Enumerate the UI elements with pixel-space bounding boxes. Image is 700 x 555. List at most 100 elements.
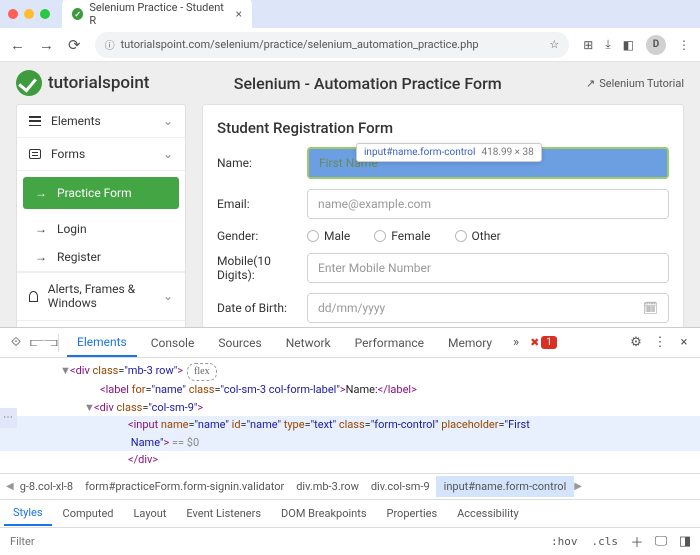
browser-toolbar: ← → ⟳ ⓘ tutorialspoint.com/selenium/prac…: [0, 28, 700, 62]
bell-icon: [29, 291, 38, 302]
sidebar-item-login[interactable]: → Login: [17, 215, 185, 243]
sidebar-item-practice-form[interactable]: → Practice Form: [23, 177, 179, 209]
external-link-icon: ↗: [586, 77, 595, 90]
styles-filter-input[interactable]: [6, 531, 541, 552]
email-input[interactable]: name@example.com: [307, 189, 669, 219]
selenium-tutorial-link[interactable]: ↗ Selenium Tutorial: [586, 77, 684, 90]
new-style-rule-icon[interactable]: ＋: [628, 532, 646, 551]
reload-button[interactable]: ⟳: [68, 36, 81, 54]
profile-avatar[interactable]: D: [646, 35, 666, 55]
close-window-icon[interactable]: [8, 9, 18, 19]
tab-network[interactable]: Network: [276, 330, 341, 356]
panel-icon[interactable]: ◧: [623, 38, 634, 52]
device-toolbar-icon[interactable]: ⫍⫎: [30, 335, 50, 350]
page-viewport: tutorialspoint Selenium - Automation Pra…: [0, 62, 700, 327]
chevron-down-icon: ⌄: [163, 289, 173, 303]
gutter-actions-icon[interactable]: ⋯: [0, 408, 17, 428]
close-tab-icon[interactable]: ×: [236, 7, 242, 21]
tab-dom-breakpoints[interactable]: DOM Breakpoints: [272, 502, 375, 525]
breadcrumb-item[interactable]: g-8.col-xl-8: [14, 480, 79, 493]
error-badge[interactable]: ✖1: [530, 336, 557, 349]
tab-event-listeners[interactable]: Event Listeners: [177, 502, 270, 525]
breadcrumb-item[interactable]: div.col-sm-9: [365, 480, 436, 493]
devtools-menu-icon[interactable]: ⋮: [650, 335, 670, 350]
tab-performance[interactable]: Performance: [345, 330, 434, 356]
settings-icon[interactable]: ⚙: [626, 335, 646, 350]
gender-male-radio[interactable]: Male: [307, 229, 350, 243]
bookmark-icon[interactable]: ☆: [549, 38, 559, 51]
mobile-input[interactable]: Enter Mobile Number: [307, 253, 669, 283]
inspect-element-icon[interactable]: ⟐: [6, 335, 26, 350]
tab-elements[interactable]: Elements: [67, 329, 137, 357]
styles-filter-bar: :hov .cls ＋ 🖵 ◨: [0, 527, 700, 555]
registration-form-card: Student Registration Form Name: First Na…: [202, 104, 684, 327]
sidebar-item-register[interactable]: → Register: [17, 243, 185, 272]
page-title: Selenium - Automation Practice Form: [234, 74, 502, 93]
browser-tab-strip: ✓ Selenium Practice - Student R ×: [0, 0, 700, 28]
extensions-icon[interactable]: ⊞: [583, 38, 593, 52]
devtools-tabs: ⟐ ⫍⫎ Elements Console Sources Network Pe…: [0, 328, 700, 358]
dob-input[interactable]: dd/mm/yyyy🗓: [307, 293, 669, 323]
maximize-window-icon[interactable]: [40, 9, 50, 19]
close-devtools-icon[interactable]: ×: [674, 335, 694, 350]
sidebar-item-forms[interactable]: Forms ⌄: [17, 138, 185, 171]
sidebar-item-elements[interactable]: Elements ⌄: [17, 105, 185, 138]
hov-toggle[interactable]: :hov: [547, 533, 582, 550]
form-icon: [29, 149, 41, 159]
gender-other-radio[interactable]: Other: [455, 229, 501, 243]
menu-icon: [29, 116, 41, 126]
arrow-right-icon: →: [35, 222, 47, 236]
site-logo[interactable]: tutorialspoint: [16, 70, 149, 96]
chevron-down-icon: ⌄: [163, 147, 173, 161]
sidebar: Elements ⌄ Forms ⌄ → Practice Form → Log…: [16, 104, 186, 327]
tab-layout[interactable]: Layout: [125, 502, 176, 525]
calendar-icon[interactable]: 🗓: [643, 301, 658, 315]
name-label: Name:: [217, 156, 307, 170]
arrow-right-icon: →: [35, 250, 47, 264]
breadcrumb-next-icon[interactable]: ▶: [574, 481, 582, 492]
arrow-right-icon: →: [35, 186, 47, 200]
styles-panel-tabs: Styles Computed Layout Event Listeners D…: [0, 499, 700, 527]
form-heading: Student Registration Form: [217, 119, 669, 137]
tab-sources[interactable]: Sources: [208, 330, 271, 356]
tab-title: Selenium Practice - Student R: [89, 1, 225, 27]
tab-console[interactable]: Console: [141, 330, 205, 356]
tab-computed[interactable]: Computed: [54, 502, 123, 525]
gender-label: Gender:: [217, 229, 307, 243]
site-info-icon[interactable]: ⓘ: [105, 37, 115, 52]
url-text: tutorialspoint.com/selenium/practice/sel…: [121, 38, 479, 51]
sidebar-item-alerts[interactable]: Alerts, Frames & Windows ⌄: [17, 272, 185, 321]
tab-memory[interactable]: Memory: [438, 330, 502, 356]
back-button[interactable]: ←: [10, 36, 25, 54]
gender-female-radio[interactable]: Female: [374, 229, 430, 243]
mobile-label: Mobile(10 Digits):: [217, 254, 307, 283]
breadcrumb-item-active[interactable]: input#name.form-control: [436, 476, 575, 497]
dom-breadcrumb[interactable]: ◀ g-8.col-xl-8 form#practiceForm.form-si…: [0, 473, 700, 499]
tab-styles[interactable]: Styles: [4, 501, 52, 526]
toggle-sidebar-icon[interactable]: ◨: [676, 534, 694, 549]
tab-accessibility[interactable]: Accessibility: [448, 502, 528, 525]
more-tabs-icon[interactable]: »: [506, 335, 526, 350]
email-label: Email:: [217, 197, 307, 211]
computed-styles-icon[interactable]: 🖵: [652, 534, 670, 549]
forward-button[interactable]: →: [39, 36, 54, 54]
chevron-down-icon: ⌄: [163, 114, 173, 128]
download-icon[interactable]: ⤓: [605, 37, 610, 52]
browser-tab[interactable]: ✓ Selenium Practice - Student R ×: [62, 0, 252, 31]
window-controls[interactable]: [8, 9, 50, 19]
menu-icon[interactable]: ⋮: [678, 38, 690, 52]
minimize-window-icon[interactable]: [24, 9, 34, 19]
breadcrumb-item[interactable]: form#practiceForm.form-signin.validator: [79, 480, 290, 493]
breadcrumb-item[interactable]: div.mb-3.row: [290, 480, 365, 493]
favicon-icon: ✓: [72, 8, 83, 20]
logo-text: tutorialspoint: [48, 73, 149, 93]
cls-toggle[interactable]: .cls: [588, 533, 623, 550]
address-bar[interactable]: ⓘ tutorialspoint.com/selenium/practice/s…: [95, 32, 570, 58]
dob-label: Date of Birth:: [217, 301, 307, 315]
selected-dom-node[interactable]: <input name="name" id="name" type="text"…: [0, 416, 700, 451]
devtools-panel: ⟐ ⫍⫎ Elements Console Sources Network Pe…: [0, 327, 700, 555]
dom-tree[interactable]: ⋯ ▼<div class="mb-3 row">flex <label for…: [0, 358, 700, 473]
breadcrumb-prev-icon[interactable]: ◀: [6, 481, 14, 492]
element-inspector-tooltip: input#name.form-control418.99 × 38: [356, 143, 542, 162]
tab-properties[interactable]: Properties: [378, 502, 447, 525]
